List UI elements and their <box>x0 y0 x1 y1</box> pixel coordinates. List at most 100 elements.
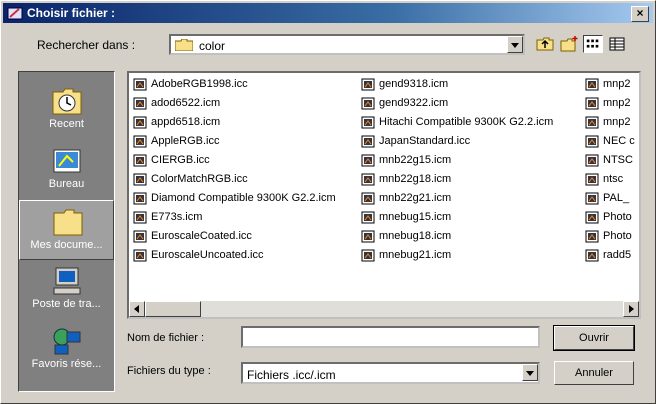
icc-file-icon <box>585 135 599 148</box>
file-item[interactable]: mnebug18.icm <box>359 227 579 246</box>
file-item[interactable]: Photo <box>583 227 639 246</box>
file-item[interactable]: mnp2 <box>583 94 639 113</box>
file-name: mnp2 <box>603 78 631 90</box>
file-item[interactable]: EuroscaleCoated.icc <box>131 227 351 246</box>
folder-icon <box>175 39 193 51</box>
file-item[interactable]: Diamond Compatible 9300K G2.2.icm <box>131 189 351 208</box>
file-item[interactable]: EuroscaleUncoated.icc <box>131 246 351 265</box>
new-folder-icon[interactable] <box>559 35 579 53</box>
file-item[interactable]: adod6522.icm <box>131 94 351 113</box>
file-name: NTSC <box>603 154 633 166</box>
horizontal-scrollbar[interactable] <box>129 301 639 317</box>
place-my-documents[interactable]: Mes docume... <box>19 200 114 260</box>
file-name: EuroscaleCoated.icc <box>151 230 252 242</box>
file-name: mnb22g18.icm <box>379 173 452 185</box>
place-label: Bureau <box>48 178 85 190</box>
icc-file-icon <box>585 173 599 186</box>
details-view-icon[interactable] <box>607 35 627 53</box>
file-list[interactable]: AdobeRGB1998.icc adod6522.icm appd6518.icm… <box>127 71 641 319</box>
file-name: Photo <box>603 211 632 223</box>
file-name: Diamond Compatible 9300K G2.2.icm <box>151 192 336 204</box>
list-view-icon[interactable] <box>583 35 603 53</box>
file-name-label: Nom de fichier : <box>127 332 205 344</box>
file-type-dropdown-button[interactable] <box>522 364 538 381</box>
file-item[interactable]: mnb22g21.icm <box>359 189 579 208</box>
icc-file-icon <box>133 154 147 167</box>
look-in-combo[interactable]: color <box>169 34 525 55</box>
place-my-computer[interactable]: Poste de tra... <box>19 260 114 320</box>
icc-file-icon <box>133 230 147 243</box>
icc-file-icon <box>361 230 375 243</box>
icc-file-icon <box>361 116 375 129</box>
file-name: JapanStandard.icc <box>379 135 471 147</box>
file-name: mnp2 <box>603 97 631 109</box>
icc-file-icon <box>133 192 147 205</box>
icc-file-icon <box>361 192 375 205</box>
file-item[interactable]: JapanStandard.icc <box>359 132 579 151</box>
file-name: gend9318.icm <box>379 78 449 90</box>
file-item[interactable]: E773s.icm <box>131 208 351 227</box>
file-item[interactable]: CIERGB.icc <box>131 151 351 170</box>
scroll-left-button[interactable] <box>129 301 145 317</box>
file-item[interactable]: PAL_ <box>583 189 639 208</box>
icc-file-icon <box>585 211 599 224</box>
place-network[interactable]: Favoris rése... <box>19 320 114 380</box>
open-button[interactable]: Ouvrir <box>553 325 635 351</box>
file-name: Photo <box>603 230 632 242</box>
file-item[interactable]: NTSC <box>583 151 639 170</box>
place-label: Favoris rése... <box>31 358 102 370</box>
file-item[interactable]: gend9322.icm <box>359 94 579 113</box>
file-item[interactable]: mnebug15.icm <box>359 208 579 227</box>
icc-file-icon <box>361 173 375 186</box>
file-item[interactable]: gend9318.icm <box>359 75 579 94</box>
file-item[interactable]: Photo <box>583 208 639 227</box>
file-item[interactable]: mnb22g18.icm <box>359 170 579 189</box>
close-button[interactable]: × <box>631 6 649 22</box>
file-item[interactable]: mnp2 <box>583 113 639 132</box>
scroll-thumb[interactable] <box>145 301 201 317</box>
file-item[interactable]: mnb22g15.icm <box>359 151 579 170</box>
place-recent[interactable]: Recent <box>19 80 114 140</box>
place-desktop[interactable]: Bureau <box>19 140 114 200</box>
file-item[interactable]: ColorMatchRGB.icc <box>131 170 351 189</box>
icc-file-icon <box>133 97 147 110</box>
file-name: radd5 <box>603 249 632 261</box>
place-label: Poste de tra... <box>32 298 101 310</box>
file-column: gend9318.icm gend9322.icm Hitachi Compatib… <box>359 75 579 265</box>
file-item[interactable]: Hitachi Compatible 9300K G2.2.icm <box>359 113 579 132</box>
file-name: mnp2 <box>603 116 631 128</box>
place-label: Mes docume... <box>30 239 103 251</box>
icc-file-icon <box>361 211 375 224</box>
file-name: appd6518.icm <box>151 116 221 128</box>
title-bar: Choisir fichier : × <box>3 3 653 23</box>
icc-file-icon <box>361 135 375 148</box>
place-label: Recent <box>49 118 84 130</box>
file-item[interactable]: appd6518.icm <box>131 113 351 132</box>
file-name: Hitachi Compatible 9300K G2.2.icm <box>379 116 554 128</box>
up-folder-icon[interactable] <box>535 35 555 53</box>
file-item[interactable]: ntsc <box>583 170 639 189</box>
file-name: AdobeRGB1998.icc <box>151 78 248 90</box>
my-computer-icon <box>53 267 81 295</box>
cancel-button[interactable]: Annuler <box>554 361 634 385</box>
scroll-right-button[interactable] <box>623 301 639 317</box>
look-in-value: color <box>199 39 226 53</box>
file-item[interactable]: AdobeRGB1998.icc <box>131 75 351 94</box>
look-in-dropdown-button[interactable] <box>507 36 523 53</box>
file-name: mnb22g15.icm <box>379 154 452 166</box>
icc-file-icon <box>133 116 147 129</box>
network-places-icon <box>53 328 81 355</box>
file-name: mnebug15.icm <box>379 211 452 223</box>
file-name: adod6522.icm <box>151 97 221 109</box>
file-type-combo[interactable]: Fichiers .icc/.icm <box>241 362 540 384</box>
file-item[interactable]: NEC c <box>583 132 639 151</box>
file-name: ntsc <box>603 173 624 185</box>
file-type-label: Fichiers du type : <box>127 365 211 377</box>
file-item[interactable]: mnebug21.icm <box>359 246 579 265</box>
file-item[interactable]: mnp2 <box>583 75 639 94</box>
file-name-input[interactable] <box>241 326 540 348</box>
file-item[interactable]: radd5 <box>583 246 639 265</box>
icc-file-icon <box>361 97 375 110</box>
file-item[interactable]: AppleRGB.icc <box>131 132 351 151</box>
file-name: PAL_ <box>603 192 630 204</box>
